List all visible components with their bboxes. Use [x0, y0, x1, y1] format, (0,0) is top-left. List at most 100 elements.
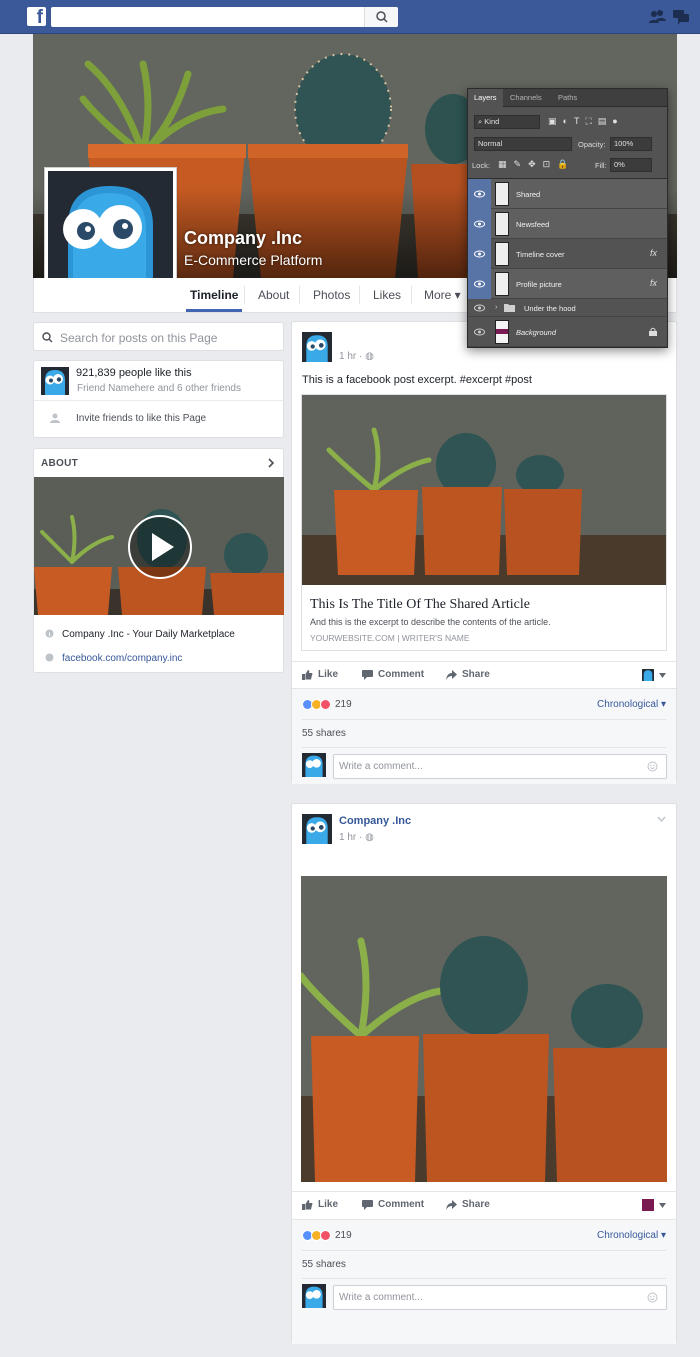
smart-object-filter-icon[interactable]: ▤ [598, 116, 607, 127]
likes-count: 921,839 people like this [76, 367, 192, 379]
visibility-eye-icon[interactable] [468, 299, 491, 317]
tab-layers[interactable]: Layers [468, 89, 503, 107]
lock-all-icon[interactable]: 🔒 [557, 159, 568, 170]
lock-position-icon[interactable]: ✥ [528, 159, 536, 170]
share-button[interactable]: Share [446, 1199, 490, 1210]
shape-filter-icon[interactable]: ⛶ [585, 116, 591, 127]
layer-row-shared[interactable]: Shared [468, 179, 667, 209]
visibility-eye-icon[interactable] [468, 209, 491, 239]
lock-artboard-icon[interactable]: ⊡ [543, 159, 551, 170]
search-button[interactable] [364, 7, 398, 27]
lock-pixels-icon[interactable]: ✎ [514, 159, 522, 170]
adjustment-filter-icon[interactable]: ◐ [563, 116, 568, 127]
emoji-icon[interactable] [647, 761, 658, 772]
avatar [41, 367, 69, 395]
layer-row-background[interactable]: Background [468, 317, 667, 347]
search-input[interactable] [51, 7, 398, 27]
reactions-summary[interactable]: 219 [302, 699, 352, 710]
group-expand-icon[interactable]: › [495, 302, 498, 311]
mascot-avatar-icon [305, 755, 323, 777]
reactions-summary[interactable]: 219 [302, 1230, 352, 1241]
about-card: ABOUT Company .Inc - Your Daily Marketpl… [33, 448, 284, 673]
post-timestamp[interactable]: 1 hr · ◍ [339, 832, 374, 843]
love-reaction-icon [320, 1230, 331, 1241]
layer-name: Background [516, 328, 557, 337]
shared-article-card[interactable]: This Is The Title Of The Shared Article … [301, 394, 667, 651]
post-author-link[interactable]: Company .Inc [339, 815, 411, 827]
post-options-chevron-icon[interactable] [657, 816, 666, 822]
chevron-right-icon[interactable] [267, 458, 275, 468]
pixel-filter-icon[interactable]: ▣ [548, 116, 557, 127]
about-header[interactable]: ABOUT [41, 458, 78, 469]
avatar[interactable] [302, 332, 332, 362]
tab-likes[interactable]: Likes [373, 278, 401, 312]
opacity-input[interactable]: 100% [610, 137, 652, 151]
layers-panel-tabs: Layers Channels Paths [468, 89, 667, 107]
lock-transparency-icon[interactable]: ▦ [498, 159, 507, 170]
tab-channels[interactable]: Channels [504, 89, 548, 107]
type-filter-icon[interactable]: T [574, 116, 580, 127]
thumbs-up-icon [302, 669, 313, 680]
layer-row-newsfeed[interactable]: Newsfeed [468, 209, 667, 239]
layer-name: Newsfeed [516, 220, 550, 229]
comment-order-dropdown[interactable]: Chronological ▾ [597, 1230, 666, 1241]
facebook-logo-icon[interactable]: f [27, 7, 46, 26]
shares-count[interactable]: 55 shares [302, 728, 346, 739]
visibility-eye-icon[interactable] [468, 179, 491, 209]
tab-about[interactable]: About [258, 278, 289, 312]
post-timestamp[interactable]: 1 hr · ◍ [339, 351, 374, 362]
layer-row-profile-picture[interactable]: Profile picture fx [468, 269, 667, 299]
fill-input[interactable]: 0% [610, 158, 652, 172]
tab-divider [411, 286, 412, 304]
article-title[interactable]: This Is The Title Of The Shared Article [310, 597, 530, 613]
tab-photos[interactable]: Photos [313, 278, 350, 312]
layer-row-under-the-hood[interactable]: › Under the hood [468, 299, 667, 317]
comment-input[interactable]: Write a comment... [333, 1285, 667, 1310]
avatar[interactable] [302, 814, 332, 844]
lock-label: Lock: [472, 161, 490, 170]
comment-order-dropdown[interactable]: Chronological ▾ [597, 699, 666, 710]
blend-mode-select[interactable]: Normal [474, 137, 572, 151]
shares-count[interactable]: 55 shares [302, 1259, 346, 1270]
layer-effects-icon[interactable]: fx [650, 278, 657, 288]
likes-summary[interactable]: 921,839 people like this Friend Namehere… [34, 361, 283, 401]
messages-icon[interactable] [672, 9, 690, 25]
share-button[interactable]: Share [446, 669, 490, 680]
comment-label: Comment [378, 669, 425, 680]
visibility-eye-icon[interactable] [468, 317, 491, 347]
invite-friends-link[interactable]: Invite friends to like this Page [76, 413, 206, 424]
search-placeholder: Search for posts on this Page [60, 331, 218, 345]
filter-toggle-icon[interactable]: ● [612, 116, 617, 127]
like-button[interactable]: Like [302, 669, 338, 680]
comment-button[interactable]: Comment [362, 1199, 424, 1210]
about-video[interactable] [34, 477, 284, 615]
comment-label: Comment [378, 1199, 425, 1210]
info-icon [45, 629, 54, 638]
layer-kind-filter[interactable]: ⌕ Kind [474, 115, 540, 129]
post-as-selector[interactable] [642, 1199, 666, 1211]
likes-card: 921,839 people like this Friend Namehere… [33, 360, 284, 438]
mascot-avatar-icon [306, 817, 328, 844]
page-posts-search[interactable]: Search for posts on this Page [33, 322, 284, 351]
visibility-eye-icon[interactable] [468, 239, 491, 269]
like-button[interactable]: Like [302, 1199, 338, 1210]
post-shared-article: 1 hr · ◍ This is a facebook post excerpt… [291, 321, 677, 784]
about-description: Company .Inc - Your Daily Marketplace [62, 629, 235, 640]
invite-friends-icon [50, 413, 60, 423]
friend-requests-icon[interactable] [648, 9, 666, 25]
emoji-icon[interactable] [647, 1292, 658, 1303]
comment-input[interactable]: Write a comment... [333, 754, 667, 779]
visibility-eye-icon[interactable] [468, 269, 491, 299]
layer-effects-icon[interactable]: fx [650, 248, 657, 258]
post-photo: Company .Inc 1 hr · ◍ Like Comment Share [291, 803, 677, 1344]
comment-button[interactable]: Comment [362, 669, 424, 680]
tab-more[interactable]: More ▾ [424, 278, 461, 312]
layer-row-timeline-cover[interactable]: Timeline cover fx [468, 239, 667, 269]
post-as-selector[interactable] [642, 669, 666, 681]
tab-timeline[interactable]: Timeline [185, 278, 243, 312]
post-image[interactable] [301, 876, 667, 1182]
about-url-link[interactable]: facebook.com/company.inc [62, 653, 182, 664]
folder-icon [504, 304, 515, 312]
tab-paths[interactable]: Paths [552, 89, 583, 107]
layer-filter-icons: ▣ ◐ T ⛶ ▤ ● [548, 116, 618, 127]
